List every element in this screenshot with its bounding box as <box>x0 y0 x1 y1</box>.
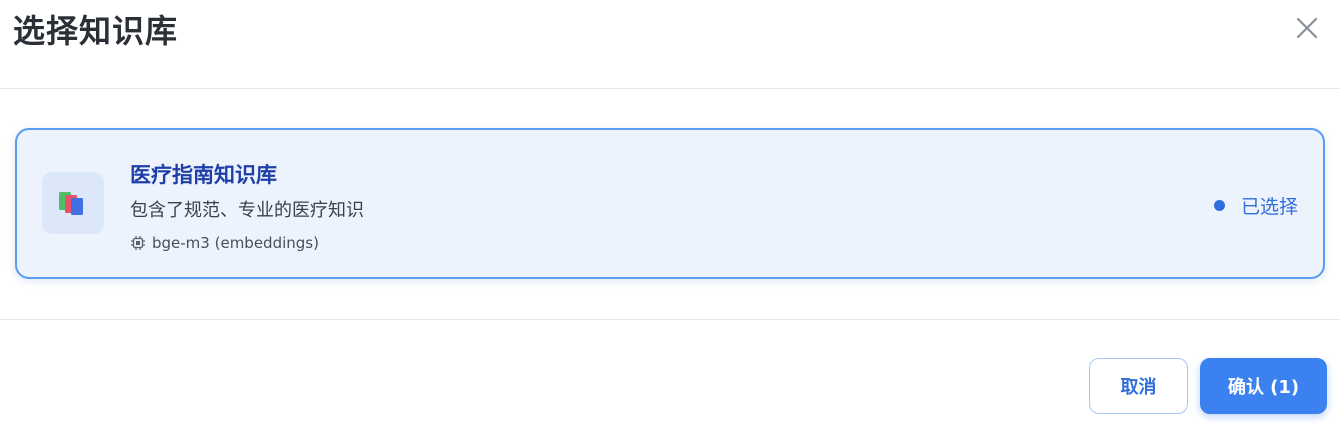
dialog-header: 选择知识库 <box>0 0 1340 89</box>
cancel-button[interactable]: 取消 <box>1089 358 1188 414</box>
dialog-title: 选择知识库 <box>13 12 179 50</box>
close-button[interactable] <box>1292 13 1322 43</box>
knowledge-base-model: bge-m3 (embeddings) <box>130 234 319 252</box>
knowledge-base-name: 医疗指南知识库 <box>130 163 277 187</box>
dialog-footer: 取消 确认 (1) <box>0 320 1340 423</box>
knowledge-base-icon-box <box>42 172 104 234</box>
knowledge-base-model-label: bge-m3 (embeddings) <box>152 234 319 252</box>
selected-status-label: 已选择 <box>1240 196 1298 218</box>
knowledge-base-card[interactable]: 医疗指南知识库 包含了规范、专业的医疗知识 bge-m3 (embeddings… <box>15 128 1325 279</box>
chip-icon <box>130 235 146 251</box>
close-icon <box>1296 17 1318 39</box>
knowledge-base-description: 包含了规范、专业的医疗知识 <box>130 200 364 221</box>
books-icon <box>59 192 83 215</box>
dialog-body: 医疗指南知识库 包含了规范、专业的医疗知识 bge-m3 (embeddings… <box>0 89 1340 320</box>
selected-status: 已选择 <box>1213 192 1298 219</box>
status-dot-icon <box>1213 200 1225 211</box>
select-knowledge-base-dialog: 选择知识库 医疗指南知识库 包含了规范、专业的医疗知识 bge-m3 (embe… <box>0 0 1340 423</box>
confirm-button[interactable]: 确认 (1) <box>1200 358 1327 414</box>
